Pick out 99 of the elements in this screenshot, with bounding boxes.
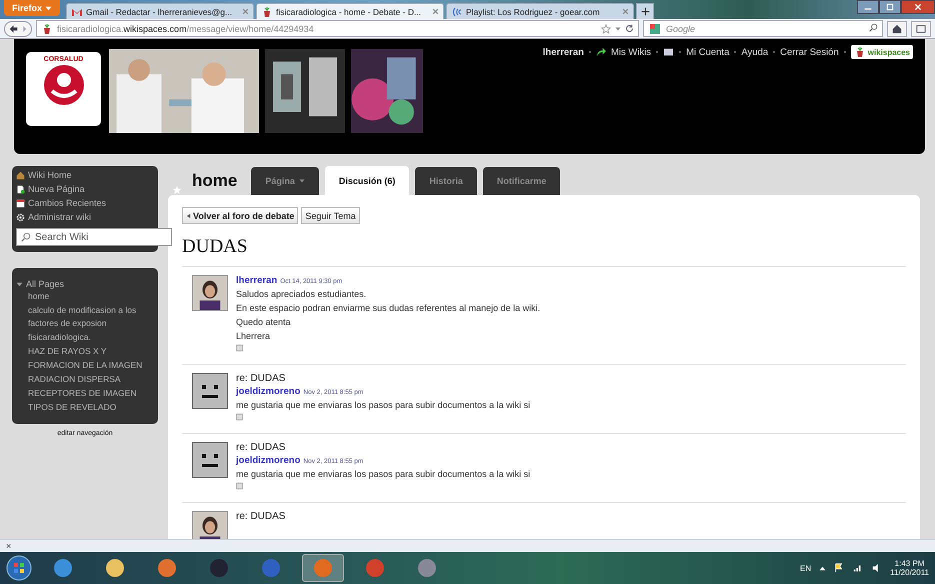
flowerpot-icon (41, 22, 53, 34)
browser-tab[interactable]: Gmail - Redactar - lherreranieves@g... (66, 3, 254, 19)
close-button[interactable] (901, 0, 935, 14)
back-button[interactable] (4, 20, 32, 36)
calendar-icon (16, 199, 25, 208)
search-icon (21, 232, 31, 242)
app-icon (364, 557, 386, 579)
sidebar-item[interactable]: Wiki Home (16, 169, 154, 182)
new-tab-button[interactable] (636, 3, 654, 19)
tray-arrow-icon[interactable] (819, 564, 826, 572)
maximize-button[interactable] (879, 0, 901, 14)
close-icon (914, 3, 922, 11)
close-button[interactable]: × (6, 541, 12, 551)
post-text: En este espacio podran enviarme sus dudas referentes al manejo de la wiki. (236, 302, 540, 314)
logo-icon (42, 63, 86, 107)
attachment-icon (236, 413, 243, 421)
author-link[interactable]: lherreran (236, 275, 278, 286)
address-bar[interactable]: fisicaradiologica.wikispaces.com/message/view/home/44294934 (36, 20, 639, 37)
post-text: Lherrera (236, 330, 272, 342)
house-icon (16, 171, 25, 180)
page-link[interactable]: HAZ DE RAYOS X Y (16, 345, 154, 358)
nav-link[interactable]: Cerrar Sesión (780, 46, 839, 58)
app-icon (52, 557, 74, 579)
sound-wave-icon (451, 6, 464, 18)
post-text: Quedo atenta (236, 316, 292, 328)
maximize-icon (886, 3, 894, 11)
pages-toggle[interactable]: All Pages (16, 279, 154, 289)
page-tab[interactable]: Discusión (6) (324, 166, 410, 195)
caret-icon (16, 280, 23, 288)
follow-button[interactable]: Seguir Tema (301, 207, 360, 224)
search-field[interactable]: Google (643, 20, 883, 37)
minimize-button[interactable] (857, 0, 879, 14)
app-icon (104, 557, 126, 579)
caret-left-icon (186, 212, 191, 218)
sidebar-item[interactable]: Cambios Recientes (16, 197, 154, 210)
app-icon (208, 557, 230, 579)
post-subject: re: DUDAS (236, 442, 286, 453)
language-indicator[interactable]: EN (800, 564, 812, 572)
clock-time: 1:43 PM (894, 559, 924, 568)
page-icon (16, 185, 25, 194)
mail-icon (663, 48, 674, 56)
nav-link[interactable]: Ayuda (741, 46, 768, 58)
arrow-icon (596, 47, 606, 57)
flag-icon (834, 563, 844, 573)
reload-icon (625, 24, 634, 33)
browser-tab[interactable]: fisicaradiologica - home - Debate - D... (256, 3, 444, 19)
caret-icon (298, 178, 305, 184)
author-link[interactable]: joeldizmoreno (236, 455, 300, 466)
post-text: me gustaria que me enviaras los pasos para subir documentos a la wiki si (236, 468, 530, 480)
app-icon (260, 557, 282, 579)
clock-date: 11/20/2011 (890, 568, 929, 577)
page-tab[interactable]: Historia (415, 167, 477, 195)
search-icon (869, 23, 878, 32)
app-icon (156, 557, 178, 579)
nav-link[interactable]: Mi Cuenta (686, 46, 730, 58)
browser-tab[interactable]: Playlist: Los Rodriguez - goear.com (446, 3, 634, 19)
post-text: me gustaria que me enviaras los pasos para subir documentos a la wiki si (236, 399, 530, 411)
post-text: Saludos apreciados estudiantes. (236, 288, 368, 300)
back-arrow-icon (9, 24, 27, 34)
post-subject: re: DUDAS (236, 373, 286, 384)
app-icon (416, 557, 438, 579)
nav-link[interactable]: Mis Wikis (610, 46, 652, 58)
sidebar-item[interactable]: Nueva Página (16, 183, 154, 196)
page-tab[interactable]: Notificarme (482, 167, 560, 195)
topic-heading: DUDAS (182, 236, 248, 258)
back-button[interactable]: Volver al foro de debate (182, 207, 298, 224)
star-icon (601, 24, 611, 34)
page-link[interactable]: home (16, 290, 154, 303)
page-link[interactable]: FORMACION DE LA IMAGEN (16, 359, 154, 372)
author-link[interactable]: joeldizmoreno (236, 386, 300, 397)
attachment-icon (236, 482, 243, 490)
close-icon (622, 8, 630, 14)
close-icon (242, 8, 250, 14)
page-link[interactable]: TIPOS DE REVELADO (16, 401, 154, 414)
brand-badge[interactable]: wikispaces (850, 45, 913, 59)
close-icon (432, 8, 440, 14)
page-link[interactable]: fisicaradiologica. (16, 331, 154, 344)
settings-icon (16, 213, 25, 222)
start-button[interactable] (6, 555, 32, 581)
attachment-icon (236, 344, 243, 352)
user-link[interactable]: lherreran (542, 46, 584, 58)
toolbar-button[interactable] (911, 20, 931, 36)
caret-icon (615, 26, 621, 32)
home-button[interactable] (887, 20, 907, 36)
page-tab[interactable]: Página (251, 167, 319, 195)
post-subject: re: DUDAS (236, 511, 286, 522)
plus-icon (640, 7, 650, 16)
caret-icon (45, 4, 52, 12)
sidebar-item[interactable]: Administrar wiki (16, 211, 154, 224)
window-icon (916, 24, 926, 34)
house-icon (892, 24, 902, 34)
page-link[interactable]: RECEPTORES DE IMAGEN (16, 387, 154, 400)
page-link[interactable]: RADIACION DISPERSA (16, 373, 154, 386)
search-field[interactable]: Search Wiki (16, 228, 172, 246)
default-avatar-icon (192, 373, 228, 409)
default-avatar-icon (192, 442, 228, 478)
star-icon[interactable] (172, 185, 182, 195)
page-title: home (192, 170, 238, 190)
app-icon (312, 557, 334, 579)
